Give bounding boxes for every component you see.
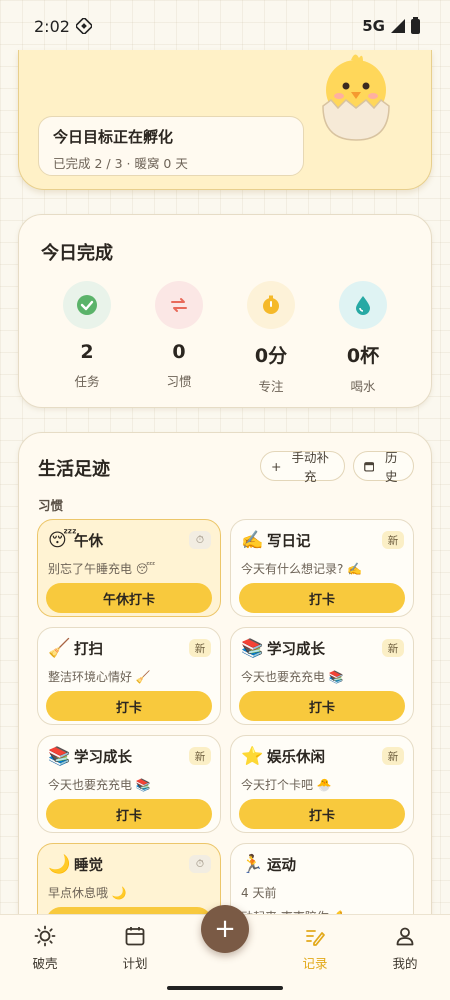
sun-icon xyxy=(34,925,56,947)
habit-card-nap[interactable]: 😴 午休 ⏱ 别忘了午睡充电 😴 午休打卡 xyxy=(37,519,221,617)
books-icon: 📚 xyxy=(48,746,71,767)
battery-icon xyxy=(411,16,420,34)
runner-icon: 🏃 xyxy=(241,854,264,875)
stat-habits[interactable]: 0 习惯 xyxy=(133,281,225,395)
nav-label: 计划 xyxy=(122,956,148,971)
stat-value: 0 xyxy=(172,341,186,363)
hatch-card[interactable]: 今日目标正在孵化 已完成 2 / 3 · 暖窝 0 天 xyxy=(18,50,432,190)
habit-name: 午休 xyxy=(74,534,103,550)
habit-desc: 今天打个卡吧 🐣 xyxy=(241,778,332,792)
habit-desc: 整洁环境心情好 🧹 xyxy=(48,670,151,684)
new-badge: 新 xyxy=(382,639,404,657)
stat-label: 喝水 xyxy=(350,379,376,394)
today-title: 今日完成 xyxy=(41,243,113,264)
timer-icon[interactable]: ⏱ xyxy=(189,855,211,873)
habit-name: 娱乐休闲 xyxy=(267,750,325,766)
stat-label: 习惯 xyxy=(166,374,192,389)
timer-icon[interactable]: ⏱ xyxy=(189,531,211,549)
nav-item-record[interactable]: 记录 xyxy=(270,915,360,1000)
habit-card-study[interactable]: 📚 学习成长 新 今天也要充充电 📚 打卡 xyxy=(230,627,414,725)
checkin-button[interactable]: 打卡 xyxy=(239,799,405,829)
user-icon xyxy=(396,927,414,946)
habit-card-study-2[interactable]: 📚 学习成长 新 今天也要充充电 📚 打卡 xyxy=(37,735,221,833)
sleepy-face-icon: 😴 xyxy=(48,530,77,551)
stat-value: 0杯 xyxy=(346,345,380,367)
habit-name: 打扫 xyxy=(74,642,103,658)
new-badge: 新 xyxy=(189,747,211,765)
habit-desc: 今天也要充充电 📚 xyxy=(48,778,151,792)
section-label-habits: 习惯 xyxy=(38,498,64,513)
manual-add-button[interactable]: + 手动补充 xyxy=(260,450,345,484)
stat-value: 2 xyxy=(80,341,94,363)
check-icon xyxy=(63,281,111,329)
home-indicator[interactable] xyxy=(167,986,283,990)
books-icon: 📚 xyxy=(241,638,264,659)
checkin-button[interactable]: 打卡 xyxy=(46,691,212,721)
nav-label: 破壳 xyxy=(32,956,58,971)
checkin-button[interactable]: 打卡 xyxy=(239,583,405,613)
writing-hand-icon: ✍️ xyxy=(241,530,264,551)
hatch-title: 今日目标正在孵化 xyxy=(53,128,174,146)
stat-label: 专注 xyxy=(258,379,284,394)
habit-desc: 今天有什么想记录? ✍️ xyxy=(241,562,363,576)
new-badge: 新 xyxy=(382,747,404,765)
habit-name: 睡觉 xyxy=(74,858,103,874)
star-icon: ⭐ xyxy=(241,746,264,767)
water-drop-icon xyxy=(339,281,387,329)
stopwatch-icon xyxy=(247,281,295,329)
habit-name: 写日记 xyxy=(267,534,311,550)
habit-card-leisure[interactable]: ⭐ 娱乐休闲 新 今天打个卡吧 🐣 打卡 xyxy=(230,735,414,833)
nav-item-hatch[interactable]: 破壳 xyxy=(0,915,90,1000)
checkin-button[interactable]: 打卡 xyxy=(46,799,212,829)
habit-desc: 别忘了午睡充电 😴 xyxy=(48,562,156,576)
network-label: 5G xyxy=(362,17,385,35)
add-fab-button[interactable]: + xyxy=(201,905,249,953)
calendar-small-icon xyxy=(364,461,375,472)
nav-label: 记录 xyxy=(302,956,328,971)
moon-icon: 🌙 xyxy=(48,854,71,875)
habit-desc: 今天也要充充电 📚 xyxy=(241,670,344,684)
chick-mascot-icon xyxy=(322,54,390,141)
habit-desc: 早点休息哦 🌙 xyxy=(48,886,127,900)
habit-name: 学习成长 xyxy=(74,750,132,766)
nav-label: 我的 xyxy=(392,956,418,971)
life-title: 生活足迹 xyxy=(38,459,110,480)
new-badge: 新 xyxy=(382,531,404,549)
stat-value: 0分 xyxy=(254,345,288,367)
history-button[interactable]: 历史 xyxy=(353,450,414,484)
stat-tasks[interactable]: 2 任务 xyxy=(41,281,133,395)
habit-card-diary[interactable]: ✍️ 写日记 新 今天有什么想记录? ✍️ 打卡 xyxy=(230,519,414,617)
signal-icon xyxy=(391,19,405,33)
today-card: 今日完成 2 任务 0 习惯 0分 专注 0杯 喝水 xyxy=(18,214,432,408)
sim-icon xyxy=(75,18,92,34)
clock: 2:02 xyxy=(34,16,70,36)
nav-item-me[interactable]: 我的 xyxy=(360,915,450,1000)
calendar-icon xyxy=(125,927,145,946)
manual-add-label: 手动补充 xyxy=(291,450,329,484)
checkin-button[interactable]: 打卡 xyxy=(239,691,405,721)
habit-name: 学习成长 xyxy=(267,642,325,658)
today-stats: 2 任务 0 习惯 0分 专注 0杯 喝水 xyxy=(19,281,433,395)
habit-card-clean[interactable]: 🧹 打扫 新 整洁环境心情好 🧹 打卡 xyxy=(37,627,221,725)
nap-checkin-button[interactable]: 午休打卡 xyxy=(46,583,212,613)
status-bar: 2:02 5G xyxy=(0,0,450,52)
habit-last-time: 4 天前 xyxy=(241,886,277,900)
broom-icon: 🧹 xyxy=(48,638,71,659)
hatch-progress-box: 今日目标正在孵化 已完成 2 / 3 · 暖窝 0 天 xyxy=(38,116,304,176)
hatch-subtitle: 已完成 2 / 3 · 暖窝 0 天 xyxy=(53,156,188,171)
new-badge: 新 xyxy=(189,639,211,657)
repeat-icon xyxy=(155,281,203,329)
stat-focus[interactable]: 0分 专注 xyxy=(225,281,317,395)
stat-label: 任务 xyxy=(74,374,100,389)
plus-icon: + xyxy=(271,458,282,474)
edit-icon xyxy=(306,930,325,946)
habit-name: 运动 xyxy=(267,858,296,874)
history-label: 历史 xyxy=(384,450,398,484)
stat-water[interactable]: 0杯 喝水 xyxy=(317,281,409,395)
